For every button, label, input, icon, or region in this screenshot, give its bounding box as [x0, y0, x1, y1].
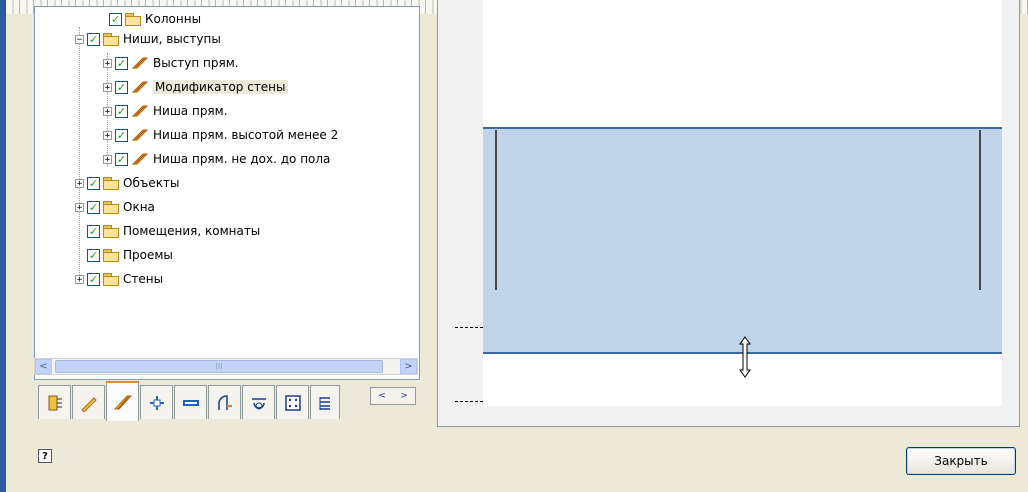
scroll-thumb[interactable]: III — [55, 360, 383, 373]
list-icon — [319, 396, 330, 410]
window-icon — [182, 399, 199, 406]
tree-item-rooms[interactable]: ✓ Помещения, комнаты — [75, 221, 260, 241]
scroll-left-button[interactable]: < — [35, 359, 52, 374]
expand-icon[interactable]: + — [75, 202, 84, 212]
tree-item-label: Объекты — [123, 176, 180, 190]
checkbox[interactable]: ✓ — [87, 248, 100, 262]
folder-icon — [103, 33, 119, 46]
tab-list[interactable] — [310, 385, 340, 419]
tree-item-label: Помещения, комнаты — [123, 224, 261, 238]
tree-item-objects[interactable]: + ✓ Объекты — [75, 173, 179, 193]
tab-scroll-right-button[interactable]: > — [393, 388, 415, 404]
tree-item-label: Стены — [123, 272, 164, 286]
wall-section-fill — [483, 128, 1002, 353]
tree-item-projection[interactable]: + ✓ Выступ прям. — [103, 53, 239, 73]
tree-item-openings[interactable]: ✓ Проемы — [75, 245, 173, 265]
checkbox[interactable]: ✓ — [87, 200, 100, 214]
tab-window[interactable] — [174, 385, 207, 419]
expand-icon[interactable]: + — [103, 154, 112, 164]
tree-item-label: Колонны — [145, 12, 202, 26]
tree-item-label: Ниша прям. — [153, 104, 228, 118]
pencil-beam-icon — [80, 396, 97, 412]
tree-item-niches[interactable]: − ✓ Ниши, выступы — [75, 29, 221, 49]
tab-beam[interactable] — [106, 381, 139, 421]
beam-icon — [131, 129, 149, 141]
dash-guide — [455, 327, 483, 328]
tab-scroll-left-button[interactable]: < — [371, 388, 393, 404]
checkbox[interactable]: ✓ — [115, 128, 128, 142]
expand-icon[interactable]: + — [103, 82, 112, 92]
dash-guide — [455, 401, 483, 402]
expand-icon[interactable]: + — [75, 178, 84, 188]
column-icon — [149, 395, 164, 410]
grid-icon — [284, 394, 301, 411]
expand-icon[interactable]: + — [75, 274, 84, 284]
folder-icon — [125, 13, 141, 26]
checkbox[interactable]: ✓ — [87, 32, 100, 46]
folder-icon — [103, 225, 119, 238]
folder-icon — [103, 273, 119, 286]
preview-canvas[interactable] — [483, 0, 1002, 406]
close-button[interactable]: Закрыть — [906, 447, 1016, 475]
object-type-tabs: < > — [34, 381, 418, 427]
expand-icon[interactable]: + — [103, 106, 112, 116]
tab-door[interactable] — [208, 385, 241, 419]
folder-icon — [103, 201, 119, 214]
tab-column[interactable] — [140, 385, 173, 419]
checkbox[interactable]: ✓ — [115, 152, 128, 166]
checkbox[interactable]: ✓ — [115, 56, 128, 70]
checkbox[interactable]: ✓ — [109, 12, 122, 26]
window-left-border — [0, 0, 6, 492]
tab-opening[interactable] — [242, 385, 275, 419]
opening-icon — [251, 397, 266, 409]
tab-grid[interactable] — [276, 385, 309, 419]
wall-icon — [48, 395, 62, 410]
expand-icon[interactable]: + — [103, 58, 112, 68]
folder-icon — [103, 177, 119, 190]
door-icon — [217, 394, 232, 410]
tab-wall[interactable] — [38, 385, 71, 419]
beam-icon — [131, 153, 149, 165]
scroll-right-button[interactable]: > — [400, 359, 417, 374]
tree-item-windows[interactable]: + ✓ Окна — [75, 197, 155, 217]
tab-pencil-beam[interactable] — [72, 385, 105, 419]
layer-tree[interactable]: ✓ Колонны − ✓ Ниши, выступы + ✓ Выступ п… — [34, 6, 420, 380]
tree-item-label: Проемы — [123, 248, 173, 262]
tree-item-label: Окна — [123, 200, 155, 214]
tree-item-walls[interactable]: + ✓ Стены — [75, 269, 163, 289]
tree-item-label: Выступ прям. — [153, 56, 239, 70]
help-icon[interactable]: ? — [38, 449, 52, 463]
collapse-icon[interactable]: − — [75, 34, 84, 44]
tree-item-label: Ниши, выступы — [123, 32, 221, 46]
preview-drawing — [483, 127, 1002, 378]
checkbox[interactable]: ✓ — [87, 176, 100, 190]
beam-icon — [131, 57, 149, 69]
beam-icon — [131, 81, 149, 93]
tree-item-niche-rect[interactable]: + ✓ Ниша прям. — [103, 101, 228, 121]
checkbox[interactable]: ✓ — [87, 224, 100, 238]
tree-item-label: Ниша прям. высотой менее 2 — [153, 128, 339, 142]
folder-icon — [103, 249, 119, 262]
checkbox[interactable]: ✓ — [115, 104, 128, 118]
beam-icon — [113, 395, 132, 410]
expand-icon[interactable]: + — [103, 130, 112, 140]
resize-cursor-icon — [739, 336, 751, 378]
tree-item-label: Модификатор стены — [153, 80, 288, 94]
tab-scroll-buttons: < > — [370, 387, 416, 405]
tree-item-niche-floor[interactable]: + ✓ Ниша прям. не дох. до пола — [103, 149, 330, 169]
tree-item-columns[interactable]: ✓ Колонны — [109, 9, 201, 29]
checkbox[interactable]: ✓ — [115, 80, 128, 94]
tree-horizontal-scrollbar[interactable]: < III > — [34, 358, 418, 375]
tree-item-wall-modifier[interactable]: + ✓ Модификатор стены — [103, 77, 288, 97]
tree-item-label: Ниша прям. не дох. до пола — [153, 152, 331, 166]
checkbox[interactable]: ✓ — [87, 272, 100, 286]
tree-item-niche-low[interactable]: + ✓ Ниша прям. высотой менее 2 — [103, 125, 338, 145]
beam-icon — [131, 105, 149, 117]
